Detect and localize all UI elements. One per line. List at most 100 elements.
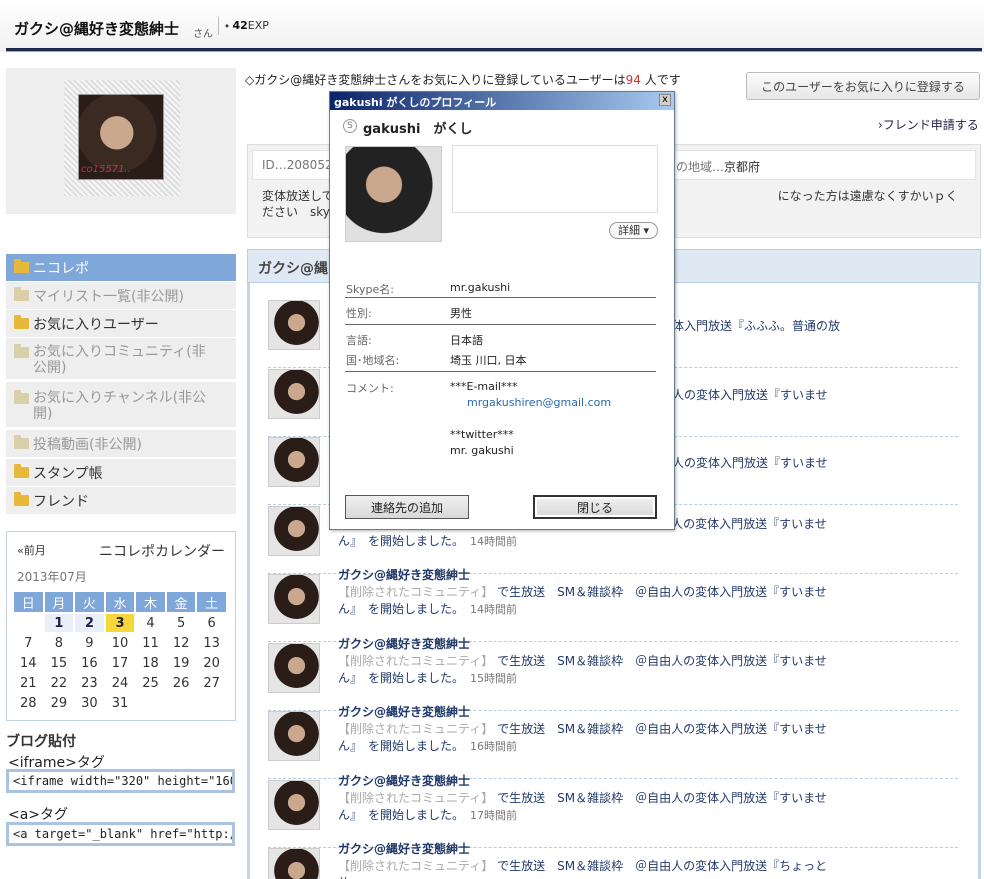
comment-line: **twitter*** <box>450 428 514 441</box>
language-label: 言語: <box>346 334 372 347</box>
user-id: ID…208052 <box>262 158 333 172</box>
language-value: 日本語 <box>450 334 483 347</box>
sidebar-item-nicorepo[interactable]: ニコレポ <box>6 254 236 282</box>
calendar-prev-link[interactable]: «前月 <box>17 542 46 558</box>
friend-request-link[interactable]: ›フレンド申請する <box>878 116 979 133</box>
calendar-day[interactable]: 1 <box>44 614 74 632</box>
folder-icon <box>14 315 29 329</box>
page: ガクシ@縄好き変態紳士 さん ⬩ 42EXP co15571.. ◇ガクシ@縄好… <box>0 0 984 879</box>
feed-item-thumbnail[interactable] <box>268 300 320 350</box>
favorite-line-prefix: ◇ガクシ@縄好き変態紳士さんをお気に入りに登録しているユーザーは <box>245 73 626 87</box>
feed-item-time: 14時間前 <box>470 534 518 548</box>
calendar-weekday: 火 <box>75 592 104 612</box>
close-button[interactable]: 閉じる <box>533 495 657 519</box>
feed-item-community-link[interactable]: 【削除されたコミュニティ】 <box>338 585 493 599</box>
feed-item-text: 【削除されたコミュニティ】 で生放送 SM＆雑談枠 ＠自由人の変体入門放送『すい… <box>338 584 838 618</box>
folder-icon <box>14 492 29 506</box>
feed-item-body[interactable]: 人の変体入門放送『すいませ <box>672 388 828 402</box>
gender-value: 男性 <box>450 307 472 320</box>
header-rule-thin <box>6 51 982 52</box>
iframe-tag-field[interactable]: <iframe width="320" height="160" src= <box>6 769 235 793</box>
sidebar-item-fav-community[interactable]: お気に入りコミュニティ(非公開) <box>6 338 236 380</box>
feed-item-thumbnail[interactable] <box>268 711 320 761</box>
feed-item-community-link[interactable]: 【削除されたコミュニティ】 <box>338 722 493 736</box>
sidebar-item-fav-channel[interactable]: お気に入りチャンネル(非公開) <box>6 382 236 428</box>
calendar-day: 6 <box>207 615 216 631</box>
feed-item-thumbnail[interactable] <box>268 368 320 419</box>
folder-icon <box>14 435 29 449</box>
feed-item-body[interactable]: 人の変体入門放送『すいませ <box>672 456 828 470</box>
avatar-caption: co15571.. <box>81 164 131 175</box>
feed-title: ガクシ@縄 <box>258 261 328 277</box>
calendar-day: 7 <box>24 635 33 651</box>
feed-item-thumbnail[interactable] <box>268 437 320 487</box>
skype-value: mr.gakushi <box>450 281 511 294</box>
favorite-count-line: ◇ガクシ@縄好き変態紳士さんをお気に入りに登録しているユーザーは94 人です <box>245 71 681 88</box>
calendar-day: 8 <box>54 635 63 651</box>
calendar-day: 25 <box>142 675 159 691</box>
sidebar-item-mylist[interactable]: マイリスト一覧(非公開) <box>6 282 236 310</box>
calendar-day: 28 <box>20 695 37 711</box>
a-tag-field[interactable]: <a target="_blank" href="http://www <box>6 822 235 846</box>
calendar-day: 20 <box>203 655 220 671</box>
calendar-weekday: 日 <box>14 592 43 612</box>
feed-item-community-link[interactable]: 【削除されたコミュニティ】 <box>338 791 493 805</box>
add-contact-button[interactable]: 連絡先の追加 <box>345 495 469 519</box>
calendar-title: ニコレポカレンダー <box>99 544 225 560</box>
feed-item-community-link[interactable]: 【削除されたコミュニティ】 <box>338 859 493 873</box>
feed-item: ガクシ@縄好き変態紳士【削除されたコミュニティ】 で生放送 SM＆雑談枠 ＠自由… <box>268 637 958 711</box>
sidebar-item-label: お気に入りコミュニティ(非公開) <box>33 344 206 376</box>
feed-item-thumbnail[interactable] <box>268 505 320 556</box>
close-icon[interactable]: x <box>659 94 671 106</box>
feed-item-thumbnail[interactable] <box>268 574 320 624</box>
sidebar-item-friends[interactable]: フレンド <box>6 487 236 515</box>
comment-email-link[interactable]: mrgakushiren@gmail.com <box>467 396 611 409</box>
calendar-weekday: 金 <box>166 592 196 612</box>
calendar-day: 16 <box>81 655 98 671</box>
calendar-day: 17 <box>111 655 129 671</box>
calendar-day: 11 <box>142 635 159 651</box>
calendar-day <box>167 694 196 712</box>
feed-item-body[interactable]: で生放送 SM＆雑談枠 ＠自由人の変体入門放送『すいませ <box>497 722 827 736</box>
favorite-count: 94 <box>625 73 641 87</box>
region-label: 国･地域名: <box>346 354 400 367</box>
feed-item-text: 【削除されたコミュニティ】 で生放送 SM＆雑談枠 ＠自由人の変体入門放送『すい… <box>338 721 838 755</box>
avatar[interactable]: co15571.. <box>78 94 164 180</box>
feed-item-time: 15時間前 <box>470 671 518 685</box>
feed-item-thumbnail[interactable] <box>268 779 320 830</box>
add-favorite-button[interactable]: このユーザーをお気に入りに登録する <box>746 72 980 100</box>
popup-title-bar: gakushi がくしのプロフィール <box>330 92 674 110</box>
gender-label: 性別: <box>346 307 372 320</box>
feed-item-user-link[interactable]: ガクシ@縄好き変態紳士 <box>338 772 470 789</box>
calendar-day: 24 <box>111 675 129 691</box>
feed-item-community-link[interactable]: 【削除されたコミュニティ】 <box>338 654 493 668</box>
folder-icon <box>14 464 29 478</box>
sidebar-item-label: お気に入りユーザー <box>33 316 159 333</box>
calendar-day: 4 <box>146 615 155 631</box>
popup-mood-box <box>452 145 658 213</box>
calendar-weekday: 月 <box>44 592 74 612</box>
honorific: さん <box>193 29 213 40</box>
feed-item-thumbnail[interactable] <box>268 642 320 693</box>
sidebar-item-label: マイリスト一覧(非公開) <box>33 288 184 305</box>
sidebar-item-stamps[interactable]: スタンプ帳 <box>6 459 236 487</box>
feed-item-user-link[interactable]: ガクシ@縄好き変態紳士 <box>338 703 470 720</box>
calendar-day[interactable]: 2 <box>75 614 104 632</box>
feed-item-user-link[interactable]: ガクシ@縄好き変態紳士 <box>338 635 470 652</box>
calendar-day[interactable]: 3 <box>105 614 135 632</box>
calendar-day: 30 <box>81 695 98 711</box>
feed-item-user-link[interactable]: ガクシ@縄好き変態紳士 <box>338 840 470 857</box>
calendar-day: 31 <box>111 695 129 711</box>
detail-button[interactable]: 詳細 ▾ <box>609 222 658 239</box>
feed-item-body[interactable]: で生放送 SM＆雑談枠 ＠自由人の変体入門放送『すいませ <box>497 585 827 599</box>
sidebar-item-videos[interactable]: 投稿動画(非公開) <box>6 430 236 458</box>
feed-item-body[interactable]: 体入門放送『ふふふ。普通の放 <box>672 319 840 333</box>
sidebar-item-fav-users[interactable]: お気に入りユーザー <box>6 310 236 338</box>
feed-item-thumbnail[interactable] <box>268 848 320 879</box>
feed-item-body[interactable]: で生放送 SM＆雑談枠 ＠自由人の変体入門放送『すいませ <box>497 654 827 668</box>
calendar-day: 13 <box>203 635 220 651</box>
calendar-weekday: 水 <box>105 592 135 612</box>
feed-item-body[interactable]: で生放送 SM＆雑談枠 ＠自由人の変体入門放送『すいませ <box>497 791 827 805</box>
region-value: 埼玉 川口, 日本 <box>450 354 527 367</box>
feed-item-user-link[interactable]: ガクシ@縄好き変態紳士 <box>338 566 470 583</box>
